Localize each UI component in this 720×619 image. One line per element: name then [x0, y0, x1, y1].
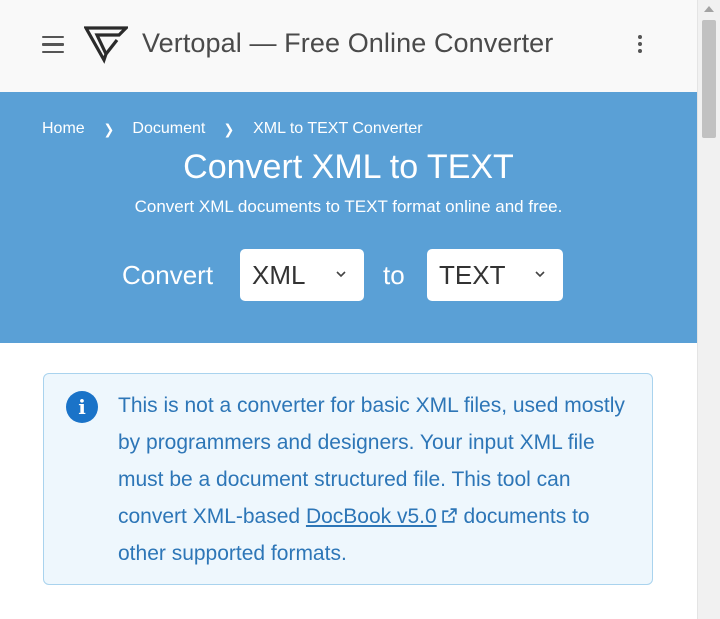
page-subtitle: Convert XML documents to TEXT format onl… [134, 197, 563, 216]
more-vertical-icon[interactable] [633, 35, 647, 57]
from-format-value: XML [252, 259, 306, 290]
page-title: Convert XML to TEXT [183, 148, 514, 186]
breadcrumb: Home ❯ Document ❯ XML to TEXT Converter [42, 120, 423, 138]
docbook-link[interactable]: DocBook v5.0 [306, 505, 437, 528]
breadcrumb-document[interactable]: Document [132, 120, 205, 138]
hamburger-menu-icon[interactable] [42, 36, 66, 54]
external-link-icon[interactable] [441, 507, 458, 524]
scroll-up-arrow-icon[interactable] [704, 6, 714, 12]
from-format-select[interactable]: XML [240, 249, 364, 301]
chevron-right-icon: ❯ [103, 120, 114, 137]
to-format-value: TEXT [439, 259, 506, 290]
chevron-down-icon [336, 271, 346, 278]
to-label: to [383, 260, 405, 290]
page: Vertopal — Free Online Converter Home ❯ … [0, 0, 697, 619]
top-bar: Vertopal — Free Online Converter [0, 0, 697, 92]
breadcrumb-current[interactable]: XML to TEXT Converter [253, 120, 423, 138]
scrollbar-thumb[interactable] [702, 20, 716, 138]
breadcrumb-home[interactable]: Home [42, 120, 85, 138]
chevron-right-icon: ❯ [223, 120, 235, 137]
alert-message: This is not a converter for basic XML fi… [118, 387, 638, 572]
chevron-down-icon [535, 271, 545, 278]
to-format-select[interactable]: TEXT [427, 249, 563, 301]
info-circle-icon: i [66, 391, 98, 423]
hero-banner: Home ❯ Document ❯ XML to TEXT Converter … [0, 92, 697, 343]
vertopal-logo-icon[interactable] [84, 24, 128, 64]
site-title[interactable]: Vertopal — Free Online Converter [142, 28, 553, 59]
info-alert: i This is not a converter for basic XML … [43, 373, 653, 585]
convert-label: Convert [122, 260, 214, 290]
vertical-scrollbar[interactable] [697, 0, 720, 619]
